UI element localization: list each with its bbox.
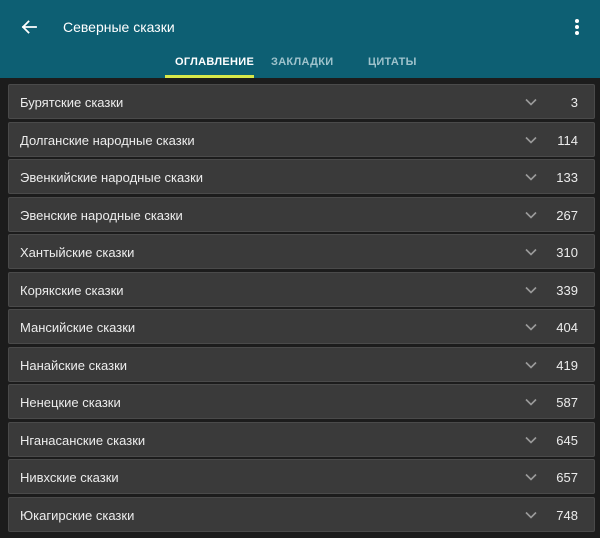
toc-item[interactable]: Эвенские народные сказки 267 bbox=[8, 196, 595, 232]
toc-item-title: Мансийские сказки bbox=[20, 320, 136, 335]
toc-item-title: Хантыйские сказки bbox=[20, 245, 135, 260]
toc-item-page: 404 bbox=[556, 320, 578, 335]
toc-item-title: Эвенкийские народные сказки bbox=[20, 170, 204, 185]
tab-quotes[interactable]: ЦИТАТЫ bbox=[368, 54, 417, 70]
active-tab-indicator bbox=[165, 75, 254, 78]
chevron-down-icon[interactable] bbox=[524, 359, 538, 371]
app-bar: Северные сказки ОГЛАВЛЕНИЕ ЗАКЛАДКИ ЦИТА… bbox=[0, 0, 600, 78]
toc-item-title: Эвенские народные сказки bbox=[20, 207, 183, 223]
toc-item-title: Ненецкие сказки bbox=[20, 395, 121, 410]
chevron-down-icon[interactable] bbox=[524, 321, 538, 333]
tab-contents[interactable]: ОГЛАВЛЕНИЕ bbox=[175, 54, 254, 70]
toc-item[interactable]: Мансийские сказки 404 bbox=[8, 309, 595, 344]
toc-item-title: Нивхские сказки bbox=[20, 470, 119, 485]
toc-item-page: 310 bbox=[556, 245, 578, 260]
chevron-down-icon[interactable] bbox=[524, 471, 538, 483]
chevron-down-icon[interactable] bbox=[524, 209, 538, 221]
toc-item[interactable]: Ненецкие сказки 587 bbox=[8, 384, 595, 419]
toc-item-title: Бурятские сказки bbox=[20, 95, 124, 110]
overflow-menu-button[interactable] bbox=[564, 12, 590, 42]
toc-item-page: 748 bbox=[556, 507, 578, 523]
toc-item-page: 645 bbox=[556, 432, 578, 448]
toc-item[interactable]: Эвенкийские народные сказки 133 bbox=[8, 159, 595, 194]
chevron-down-icon[interactable] bbox=[524, 396, 538, 408]
toc-item-page: 587 bbox=[556, 395, 578, 410]
chevron-down-icon[interactable] bbox=[524, 134, 538, 146]
back-button[interactable] bbox=[14, 12, 44, 42]
toc-item-page: 133 bbox=[556, 170, 578, 185]
toc-item-title: Долганские народные сказки bbox=[20, 132, 195, 148]
toc-item-title: Нганасанские сказки bbox=[20, 432, 146, 448]
chevron-down-icon[interactable] bbox=[524, 246, 538, 258]
more-vertical-icon bbox=[575, 19, 579, 35]
toc-item-page: 339 bbox=[556, 282, 578, 298]
book-title: Северные сказки bbox=[63, 19, 175, 35]
chevron-down-icon[interactable] bbox=[524, 509, 538, 521]
toc-item[interactable]: Бурятские сказки 3 bbox=[8, 84, 595, 119]
toc-item-page: 3 bbox=[570, 95, 578, 110]
toc-item-title: Юкагирские сказки bbox=[20, 507, 135, 523]
toc-item[interactable]: Нганасанские сказки 645 bbox=[8, 421, 595, 457]
chevron-down-icon[interactable] bbox=[524, 96, 538, 108]
toc-item-page: 267 bbox=[556, 207, 578, 223]
toc-item[interactable]: Корякские сказки 339 bbox=[8, 271, 595, 307]
arrow-left-icon bbox=[21, 20, 37, 34]
chevron-down-icon[interactable] bbox=[524, 434, 538, 446]
toc-item[interactable]: Юкагирские сказки 748 bbox=[8, 496, 595, 532]
toc-item-page: 114 bbox=[557, 132, 578, 148]
toc-item[interactable]: Долганские народные сказки 114 bbox=[8, 121, 595, 157]
chevron-down-icon[interactable] bbox=[524, 284, 538, 296]
toc-item-page: 419 bbox=[556, 357, 578, 373]
toc-item[interactable]: Нанайские сказки 419 bbox=[8, 346, 595, 382]
toc-item-title: Корякские сказки bbox=[20, 282, 124, 298]
toc-item-page: 657 bbox=[556, 470, 578, 485]
toc-item[interactable]: Нивхские сказки 657 bbox=[8, 459, 595, 494]
toc-item[interactable]: Хантыйские сказки 310 bbox=[8, 234, 595, 269]
tab-bookmarks[interactable]: ЗАКЛАДКИ bbox=[271, 54, 333, 70]
toc-item-title: Нанайские сказки bbox=[20, 357, 128, 373]
chevron-down-icon[interactable] bbox=[524, 171, 538, 183]
